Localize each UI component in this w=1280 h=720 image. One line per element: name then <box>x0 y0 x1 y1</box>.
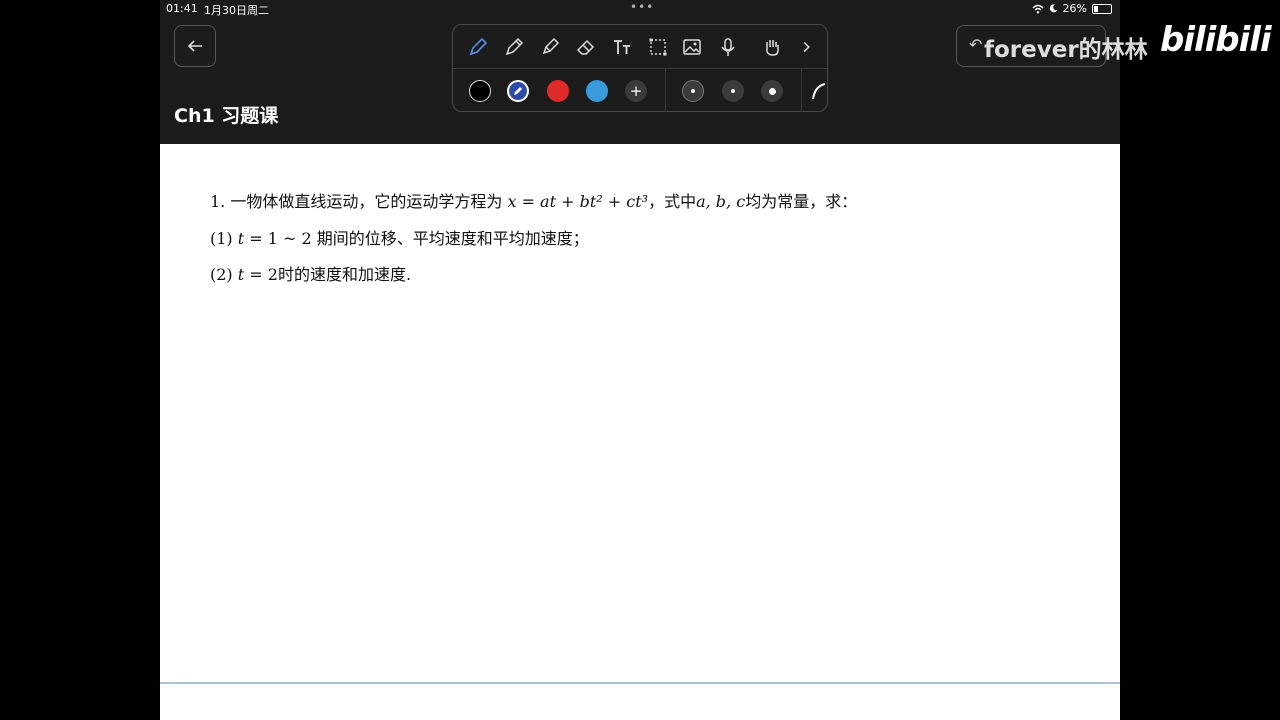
chevron-right-icon[interactable] <box>797 34 817 60</box>
color-swatch-blue-selected[interactable] <box>507 80 529 102</box>
stroke-style-icon[interactable] <box>811 81 827 101</box>
q1-vars: a, b, c <box>696 192 746 211</box>
add-color-button[interactable]: + <box>625 80 647 102</box>
divider <box>801 69 802 112</box>
battery-icon <box>1092 3 1112 14</box>
watermark-text: forever的林林 <box>984 37 1148 63</box>
eraser-icon[interactable] <box>573 34 599 60</box>
arrow-left-icon <box>187 40 202 52</box>
question-1: 1. 一物体做直线运动，它的运动学方程为 x = at + bt² + ct³，… <box>210 188 857 212</box>
pen-icon[interactable] <box>465 34 491 60</box>
note-page[interactable]: 1. 一物体做直线运动，它的运动学方程为 x = at + bt² + ct³，… <box>160 144 1120 720</box>
drawing-toolbar: + <box>452 24 828 112</box>
undo-icon[interactable]: ↶ <box>969 35 982 54</box>
pencil-icon[interactable] <box>501 34 527 60</box>
text-icon[interactable] <box>609 34 635 60</box>
q1b-prefix: (2) <box>210 265 238 284</box>
moon-icon <box>1049 4 1058 13</box>
stroke-size-medium[interactable] <box>722 80 744 102</box>
battery-percent: 26% <box>1062 2 1087 15</box>
status-date: 1月30日周二 <box>204 4 269 17</box>
multitask-dots[interactable]: ••• <box>630 0 654 14</box>
back-button[interactable] <box>174 25 216 67</box>
q1-mid: ，式中 <box>648 192 697 211</box>
q1-suffix: 均为常量，求： <box>745 192 858 211</box>
hand-icon[interactable] <box>759 34 785 60</box>
wifi-icon <box>1032 4 1044 13</box>
color-swatch-lightblue[interactable] <box>586 80 608 102</box>
bilibili-logo: bilibili <box>1160 20 1272 60</box>
q1-prefix: 1. 一物体做直线运动，它的运动学方程为 <box>210 192 508 211</box>
pen-selected-icon <box>514 87 522 95</box>
divider <box>665 69 666 112</box>
stroke-size-small-selected[interactable] <box>682 80 704 102</box>
color-swatch-red[interactable] <box>547 80 569 102</box>
q1a-rest: = 1 ~ 2 期间的位移、平均速度和平均加速度； <box>244 229 589 248</box>
question-1a: (1) t = 1 ~ 2 期间的位移、平均速度和平均加速度； <box>210 225 589 249</box>
q1a-prefix: (1) <box>210 229 238 248</box>
image-icon[interactable] <box>679 34 705 60</box>
status-indicators: 26% <box>1032 2 1112 15</box>
page-divider <box>160 682 1120 684</box>
highlighter-icon[interactable] <box>537 34 563 60</box>
tool-row <box>453 25 827 69</box>
microphone-icon[interactable] <box>715 34 741 60</box>
stroke-size-large[interactable] <box>761 80 783 102</box>
status-time: 01:41 <box>166 2 198 15</box>
question-1b: (2) t = 2时的速度和加速度. <box>210 261 411 285</box>
lasso-select-icon[interactable] <box>645 34 671 60</box>
ipad-screen: 01:41 1月30日周二 ••• 26% + ↶ Ch1 习题课 1. 一物体… <box>160 0 1120 720</box>
document-title: Ch1 习题课 <box>174 105 279 127</box>
q1b-rest: = 2时的速度和加速度. <box>244 265 412 284</box>
color-swatch-black[interactable] <box>469 80 491 102</box>
status-bar: 01:41 1月30日周二 ••• 26% <box>160 0 1120 18</box>
q1-equation: x = at + bt² + ct³ <box>507 192 649 211</box>
